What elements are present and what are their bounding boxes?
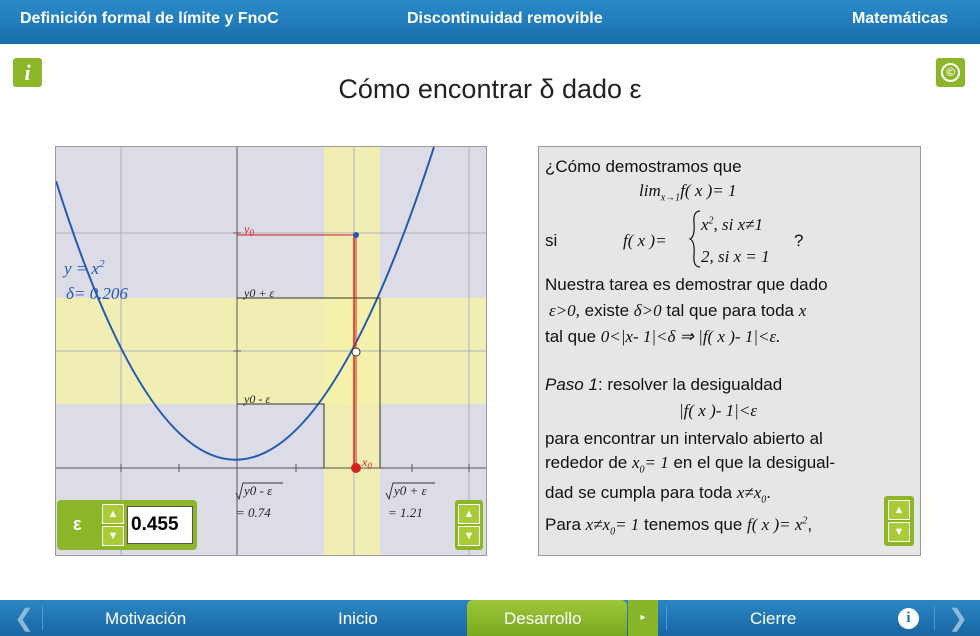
text-up-icon[interactable]: ▲: [888, 500, 910, 520]
right-root-expr: y0 + ε: [392, 483, 428, 498]
question-mark: ?: [794, 231, 804, 250]
text-down-icon[interactable]: ▼: [888, 522, 910, 542]
graph-panel: y = x2 δ= 0.206 y0 y0 + ε y0 - ε x0 y0 -…: [55, 146, 487, 556]
epsilon-label: ε: [73, 514, 82, 534]
line-4: para encontrar un intervalo abierto al: [545, 429, 823, 448]
delta-value: δ= 0.206: [66, 284, 128, 303]
divider: [666, 606, 667, 630]
limit-expression: limx→1f( x )= 1: [639, 181, 737, 204]
epsilon-up-icon[interactable]: ▲: [102, 504, 124, 524]
topic-title: Discontinuidad removible: [407, 10, 603, 27]
line-6: dad se cumpla para toda x≠x0.: [545, 483, 772, 506]
inequality: |f( x )- 1|<ε: [679, 401, 758, 420]
line-2: ε>0, existe δ>0 tal que para toda x: [549, 301, 807, 320]
line-1: Nuestra tarea es demostrar que dado: [545, 275, 828, 294]
case-1: x2, si x≠1: [701, 215, 764, 234]
y0-minus-label: y0 - ε: [243, 392, 270, 406]
graph-canvas: y = x2 δ= 0.206 y0 y0 + ε y0 - ε x0 y0 -…: [56, 147, 486, 555]
subject-title: Matemáticas: [851, 10, 948, 27]
epsilon-control: ε ▲ ▼ 0.455: [57, 500, 197, 550]
divider: [42, 606, 43, 630]
left-root-value: = 0.74: [236, 505, 271, 520]
nav-desarrollo-tab[interactable]: Desarrollo: [467, 600, 627, 636]
line-5: rededor de x0= 1 en el que la desigual-: [545, 453, 836, 476]
prev-icon[interactable]: ❮: [14, 604, 34, 633]
graph-stepper: ▲ ▼: [455, 500, 483, 550]
nav-motivacion[interactable]: Motivación: [105, 609, 186, 629]
nav-cierre[interactable]: Cierre: [750, 609, 796, 629]
divider: [934, 606, 935, 630]
explanation-panel: ¿Cómo demostramos que limx→1f( x )= 1 si…: [538, 146, 921, 556]
right-root-value: = 1.21: [388, 505, 423, 520]
si-label: si: [545, 231, 558, 250]
graph-down-icon[interactable]: ▼: [458, 526, 480, 546]
nav-desarrollo[interactable]: Desarrollo: [504, 609, 581, 629]
bottom-nav: ❮ Motivación Inicio Desarrollo ▸ Cierre …: [0, 600, 980, 636]
nav-inicio[interactable]: Inicio: [338, 609, 378, 629]
question-line: ¿Cómo demostramos que: [545, 157, 742, 176]
y0-point: [353, 232, 359, 238]
piecewise-fx: f( x )=: [623, 231, 667, 250]
curve-label: y = x2: [62, 258, 105, 278]
step-1-line: Paso 1: resolver la desigualdad: [545, 375, 783, 394]
dropdown-icon[interactable]: ▸: [628, 600, 658, 636]
hole-point: [351, 347, 361, 357]
brace: [689, 210, 701, 268]
case-2: 2, si x = 1: [701, 247, 770, 266]
help-info-icon[interactable]: i: [898, 608, 919, 629]
page-title: Cómo encontrar δ dado ε: [338, 74, 642, 104]
next-icon[interactable]: ❯: [948, 604, 968, 633]
epsilon-input[interactable]: 0.455: [127, 506, 193, 544]
unit-title: Definición formal de límite y FnoC: [20, 10, 279, 27]
line-7: Para x≠x0= 1 tenemos que f( x )= x2,: [545, 515, 813, 538]
graph-up-icon[interactable]: ▲: [458, 504, 480, 524]
y0-plus-label: y0 + ε: [243, 286, 274, 300]
epsilon-down-icon[interactable]: ▼: [102, 526, 124, 546]
line-3: tal que 0<|x- 1|<δ ⇒ |f( x )- 1|<ε.: [545, 327, 781, 346]
y0-label: y0: [243, 222, 254, 238]
top-bar: Definición formal de límite y FnoC Disco…: [0, 0, 980, 44]
left-root-expr: y0 - ε: [242, 483, 273, 498]
text-stepper: ▲ ▼: [884, 496, 914, 546]
x0-point[interactable]: [351, 463, 361, 473]
